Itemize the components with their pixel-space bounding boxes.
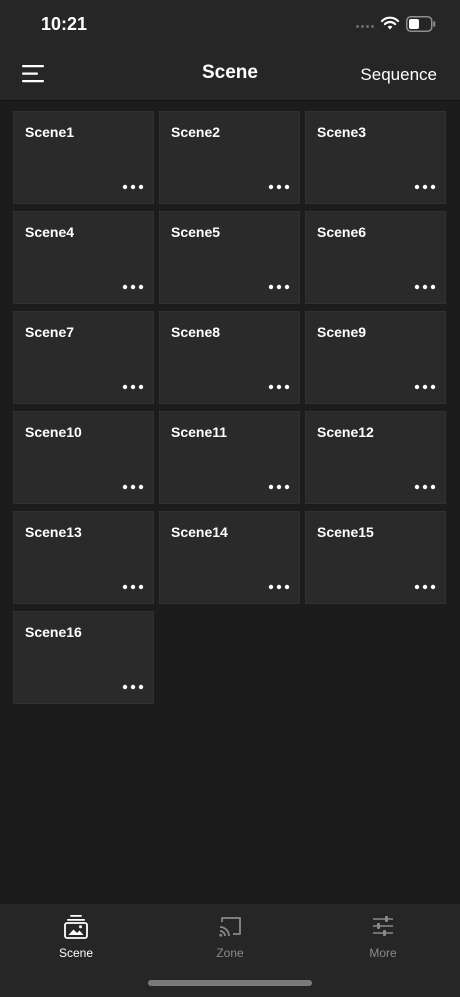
tab-more[interactable]: More — [343, 914, 423, 964]
more-options-icon[interactable] — [267, 481, 291, 493]
more-options-icon[interactable] — [267, 381, 291, 393]
scene-label: Scene1 — [25, 124, 75, 140]
more-options-icon[interactable] — [413, 581, 437, 593]
app-header: Scene Sequence — [0, 48, 460, 101]
scene-label: Scene16 — [25, 624, 82, 640]
scene-label: Scene6 — [317, 224, 367, 240]
scene-stack-icon — [64, 915, 88, 939]
tab-label: Scene — [58, 946, 94, 960]
status-time: 10:21 — [41, 14, 88, 34]
scene-label: Scene14 — [171, 524, 228, 540]
tab-scene[interactable]: Scene — [36, 914, 116, 964]
cellular-dots-icon — [356, 25, 376, 29]
scene-card[interactable]: Scene6 — [305, 211, 446, 304]
scene-card[interactable]: Scene15 — [305, 511, 446, 604]
scene-label: Scene8 — [171, 324, 221, 340]
tab-label: Zone — [216, 946, 244, 960]
more-options-icon[interactable] — [413, 381, 437, 393]
scene-card[interactable]: Scene3 — [305, 111, 446, 204]
scene-label: Scene9 — [317, 324, 367, 340]
cast-icon — [219, 917, 241, 937]
scene-label: Scene10 — [25, 424, 82, 440]
scene-card[interactable]: Scene2 — [159, 111, 300, 204]
more-options-icon[interactable] — [121, 681, 145, 693]
more-options-icon[interactable] — [121, 381, 145, 393]
status-bar: 10:21 — [0, 0, 460, 48]
more-options-icon[interactable] — [121, 281, 145, 293]
tab-label: More — [369, 946, 397, 960]
scene-grid: Scene1 Scene2 Scene3 Scene4 Scene5 Scene… — [13, 111, 447, 704]
scene-card[interactable]: Scene8 — [159, 311, 300, 404]
scene-card[interactable]: Scene10 — [13, 411, 154, 504]
scene-card[interactable]: Scene7 — [13, 311, 154, 404]
tab-zone[interactable]: Zone — [190, 914, 270, 964]
scene-label: Scene7 — [25, 324, 75, 340]
scene-card[interactable]: Scene13 — [13, 511, 154, 604]
battery-icon — [406, 16, 436, 32]
scene-label: Scene11 — [171, 424, 228, 440]
scene-label: Scene12 — [317, 424, 374, 440]
scene-card[interactable]: Scene1 — [13, 111, 154, 204]
scene-card[interactable]: Scene4 — [13, 211, 154, 304]
more-options-icon[interactable] — [121, 481, 145, 493]
more-options-icon[interactable] — [267, 281, 291, 293]
home-indicator[interactable] — [148, 980, 312, 986]
scene-label: Scene15 — [317, 524, 374, 540]
scene-card[interactable]: Scene14 — [159, 511, 300, 604]
more-options-icon[interactable] — [267, 581, 291, 593]
scene-label: Scene2 — [171, 124, 221, 140]
more-options-icon[interactable] — [413, 481, 437, 493]
scene-label: Scene3 — [317, 124, 367, 140]
scene-label: Scene13 — [25, 524, 82, 540]
more-options-icon[interactable] — [121, 181, 145, 193]
more-options-icon[interactable] — [267, 181, 291, 193]
scene-card[interactable]: Scene11 — [159, 411, 300, 504]
more-options-icon[interactable] — [413, 181, 437, 193]
more-options-icon[interactable] — [121, 581, 145, 593]
scene-card[interactable]: Scene5 — [159, 211, 300, 304]
scene-label: Scene5 — [171, 224, 221, 240]
scene-card[interactable]: Scene12 — [305, 411, 446, 504]
scene-card[interactable]: Scene16 — [13, 611, 154, 704]
more-options-icon[interactable] — [413, 281, 437, 293]
wifi-icon — [380, 16, 400, 30]
sequence-button[interactable]: Sequence — [360, 65, 437, 85]
scene-label: Scene4 — [25, 224, 75, 240]
scene-card[interactable]: Scene9 — [305, 311, 446, 404]
sliders-icon — [373, 916, 393, 936]
